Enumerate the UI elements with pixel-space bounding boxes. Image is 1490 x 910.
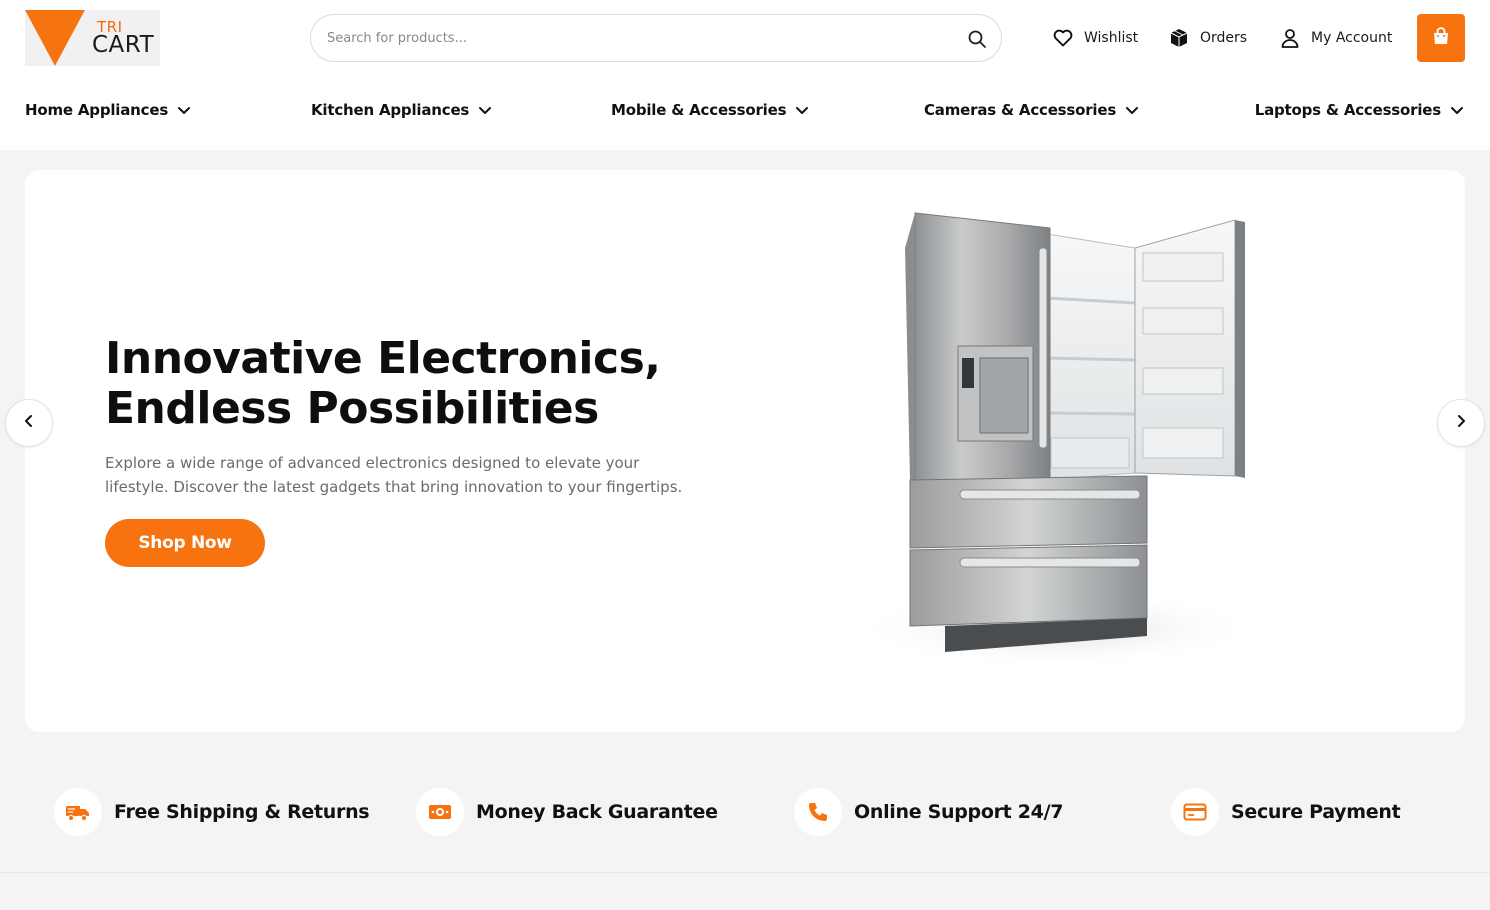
wishlist-label: Wishlist [1084,30,1139,46]
hero-description: Explore a wide range of advanced electro… [105,451,745,499]
nav-label: Cameras & Accessories [924,101,1117,119]
feature-label: Secure Payment [1231,801,1401,823]
tricart-logo[interactable]: TRI CART [25,10,160,66]
chevron-down-icon [176,102,192,118]
search-icon[interactable] [967,29,987,49]
heart-icon [1052,27,1074,49]
feature-free-shipping: Free Shipping & Returns [54,788,370,836]
my-account-label: My Account [1311,30,1393,46]
chevron-down-icon [794,102,810,118]
wishlist-link[interactable]: Wishlist [1052,26,1138,50]
credit-card-icon [1171,788,1219,836]
orders-link[interactable]: Orders [1168,26,1247,50]
chevron-right-icon [1453,413,1469,433]
nav-laptops-accessories[interactable]: Laptops & Accessories [1218,98,1465,122]
feature-secure-payment: Secure Payment [1171,788,1401,836]
logo-text-cart: CART [92,32,155,58]
carousel-next-button[interactable] [1437,399,1485,447]
box-icon [1168,27,1190,49]
feature-label: Free Shipping & Returns [114,801,370,823]
nav-cameras-accessories[interactable]: Cameras & Accessories [924,98,1140,122]
feature-label: Online Support 24/7 [854,801,1064,823]
section-divider [0,872,1490,873]
nav-label: Mobile & Accessories [611,101,787,119]
search-bar [310,14,1002,62]
nav-home-appliances[interactable]: Home Appliances [25,98,192,122]
chevron-down-icon [477,102,493,118]
carousel-prev-button[interactable] [5,399,53,447]
phone-icon [794,788,842,836]
hero-title-line-1: Innovative Electronics, [105,333,661,384]
truck-icon [54,788,102,836]
hero-description-line-2: lifestyle. Discover the latest gadgets t… [105,478,683,496]
shop-now-button[interactable]: Shop Now [105,519,265,567]
nav-label: Home Appliances [25,101,169,119]
logo-triangle-icon [25,10,95,66]
chevron-left-icon [21,413,37,433]
my-account-link[interactable]: My Account [1279,26,1392,50]
feature-money-back: Money Back Guarantee [416,788,718,836]
money-icon [416,788,464,836]
nav-mobile-accessories[interactable]: Mobile & Accessories [611,98,810,122]
hero-description-line-1: Explore a wide range of advanced electro… [105,454,640,472]
chevron-down-icon [1449,102,1465,118]
hero-title: Innovative Electronics, Endless Possibil… [105,334,785,434]
hero-banner: Innovative Electronics, Endless Possibil… [25,170,1465,732]
shopping-bag-icon [1431,26,1451,50]
orders-label: Orders [1200,30,1248,46]
nav-label: Kitchen Appliances [311,101,470,119]
feature-label: Money Back Guarantee [476,801,718,823]
hero-title-line-2: Endless Possibilities [105,383,599,434]
cart-button[interactable] [1417,14,1465,62]
search-input[interactable] [327,27,947,49]
user-icon [1279,27,1301,49]
site-header: TRI CART Wishlist Orders My Account Home… [0,0,1490,150]
refrigerator-image [855,212,1255,663]
nav-kitchen-appliances[interactable]: Kitchen Appliances [311,98,493,122]
feature-online-support: Online Support 24/7 [794,788,1063,836]
nav-label: Laptops & Accessories [1254,101,1441,119]
chevron-down-icon [1124,102,1140,118]
